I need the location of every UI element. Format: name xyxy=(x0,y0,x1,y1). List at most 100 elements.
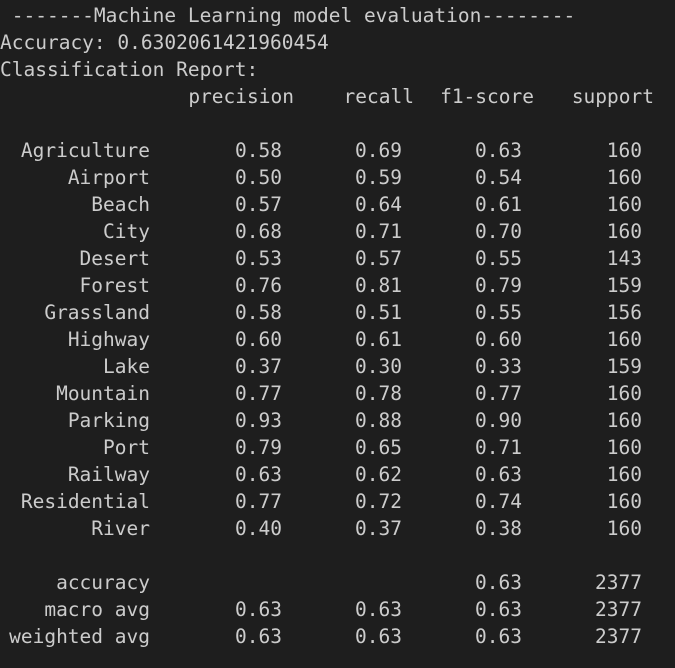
precision-value: 0.40 xyxy=(235,517,282,540)
support-value: 160 xyxy=(606,328,642,351)
row-label: River xyxy=(91,517,150,540)
f1-score-value: 0.70 xyxy=(475,220,522,243)
support-value: 160 xyxy=(606,517,642,540)
recall-value: 0.78 xyxy=(355,382,402,405)
f1-score-value: 0.55 xyxy=(475,247,522,270)
precision-value: 0.58 xyxy=(235,301,282,324)
precision-value: 0.63 xyxy=(235,598,282,621)
precision-value: 0.50 xyxy=(235,166,282,189)
recall-value: 0.62 xyxy=(355,463,402,486)
f1-score-value: 0.63 xyxy=(475,625,522,648)
table-row: Agriculture 0.58 0.69 0.63 160 xyxy=(0,137,675,164)
table-row: Airport 0.50 0.59 0.54 160 xyxy=(0,164,675,191)
f1-score-value: 0.63 xyxy=(475,598,522,621)
recall-value: 0.81 xyxy=(355,274,402,297)
precision-value: 0.57 xyxy=(235,193,282,216)
recall-value: 0.71 xyxy=(355,220,402,243)
recall-value: 0.64 xyxy=(355,193,402,216)
row-label: City xyxy=(103,220,150,243)
support-value: 160 xyxy=(606,436,642,459)
f1-score-value: 0.38 xyxy=(475,517,522,540)
support-value: 159 xyxy=(606,274,642,297)
recall-value: 0.59 xyxy=(355,166,402,189)
support-value: 160 xyxy=(606,193,642,216)
row-label: Railway xyxy=(67,463,150,486)
row-label: Residential xyxy=(20,490,150,513)
recall-value: 0.69 xyxy=(355,139,402,162)
recall-value: 0.37 xyxy=(355,517,402,540)
recall-value: 0.63 xyxy=(355,625,402,648)
f1-score-value: 0.60 xyxy=(475,328,522,351)
support-value: 160 xyxy=(606,166,642,189)
table-row: Desert 0.53 0.57 0.55 143 xyxy=(0,245,675,272)
row-label: Port xyxy=(103,436,150,459)
row-label: Lake xyxy=(103,355,150,378)
f1-score-value: 0.54 xyxy=(475,166,522,189)
f1-score-value: 0.90 xyxy=(475,409,522,432)
header-f1-score: f1-score xyxy=(440,85,534,108)
recall-value: 0.88 xyxy=(355,409,402,432)
table-row: Highway 0.60 0.61 0.60 160 xyxy=(0,326,675,353)
support-value: 160 xyxy=(606,490,642,513)
terminal-output: -------Machine Learning model evaluation… xyxy=(0,0,675,668)
precision-value: 0.53 xyxy=(235,247,282,270)
header-recall: recall xyxy=(343,85,414,108)
row-label: Agriculture xyxy=(20,139,150,162)
precision-value: 0.63 xyxy=(235,625,282,648)
summary-row: macro avg 0.63 0.63 0.63 2377 xyxy=(0,596,675,623)
summary-row: weighted avg 0.63 0.63 0.63 2377 xyxy=(0,623,675,650)
header-precision: precision xyxy=(188,85,294,108)
recall-value: 0.63 xyxy=(355,598,402,621)
precision-value: 0.63 xyxy=(235,463,282,486)
row-label: Parking xyxy=(67,409,150,432)
f1-score-value: 0.33 xyxy=(475,355,522,378)
support-value: 2377 xyxy=(595,598,642,621)
accuracy-line: Accuracy: 0.6302061421960454 xyxy=(0,31,329,54)
row-label: Forest xyxy=(79,274,150,297)
support-value: 160 xyxy=(606,409,642,432)
report-label: Classification Report: xyxy=(0,58,259,81)
row-label: Grassland xyxy=(44,301,150,324)
row-label: macro avg xyxy=(44,598,150,621)
precision-value: 0.93 xyxy=(235,409,282,432)
report-header-row: precision recall f1-score support xyxy=(0,83,675,110)
table-row: City 0.68 0.71 0.70 160 xyxy=(0,218,675,245)
support-value: 156 xyxy=(606,301,642,324)
table-row: Residential 0.77 0.72 0.74 160 xyxy=(0,488,675,515)
precision-value: 0.77 xyxy=(235,490,282,513)
table-row: Port 0.79 0.65 0.71 160 xyxy=(0,434,675,461)
f1-score-value: 0.55 xyxy=(475,301,522,324)
support-value: 143 xyxy=(606,247,642,270)
f1-score-value: 0.79 xyxy=(475,274,522,297)
support-value: 159 xyxy=(606,355,642,378)
recall-value: 0.72 xyxy=(355,490,402,513)
table-row: Grassland 0.58 0.51 0.55 156 xyxy=(0,299,675,326)
f1-score-value: 0.63 xyxy=(475,139,522,162)
precision-value: 0.79 xyxy=(235,436,282,459)
row-label: Beach xyxy=(91,193,150,216)
header-support: support xyxy=(571,85,654,108)
f1-score-value: 0.63 xyxy=(475,463,522,486)
f1-score-value: 0.61 xyxy=(475,193,522,216)
table-row: River 0.40 0.37 0.38 160 xyxy=(0,515,675,542)
f1-score-value: 0.77 xyxy=(475,382,522,405)
table-row: Beach 0.57 0.64 0.61 160 xyxy=(0,191,675,218)
f1-score-value: 0.63 xyxy=(475,571,522,594)
support-value: 160 xyxy=(606,463,642,486)
table-row: Lake 0.37 0.30 0.33 159 xyxy=(0,353,675,380)
table-row: Forest 0.76 0.81 0.79 159 xyxy=(0,272,675,299)
support-value: 160 xyxy=(606,382,642,405)
recall-value: 0.57 xyxy=(355,247,402,270)
row-label: weighted avg xyxy=(9,625,150,648)
support-value: 2377 xyxy=(595,571,642,594)
table-row: Parking 0.93 0.88 0.90 160 xyxy=(0,407,675,434)
table-row: Mountain 0.77 0.78 0.77 160 xyxy=(0,380,675,407)
precision-value: 0.37 xyxy=(235,355,282,378)
precision-value: 0.68 xyxy=(235,220,282,243)
precision-value: 0.77 xyxy=(235,382,282,405)
recall-value: 0.65 xyxy=(355,436,402,459)
table-row: Railway 0.63 0.62 0.63 160 xyxy=(0,461,675,488)
evaluation-title: -------Machine Learning model evaluation… xyxy=(0,4,576,27)
row-label: accuracy xyxy=(56,571,150,594)
recall-value: 0.61 xyxy=(355,328,402,351)
